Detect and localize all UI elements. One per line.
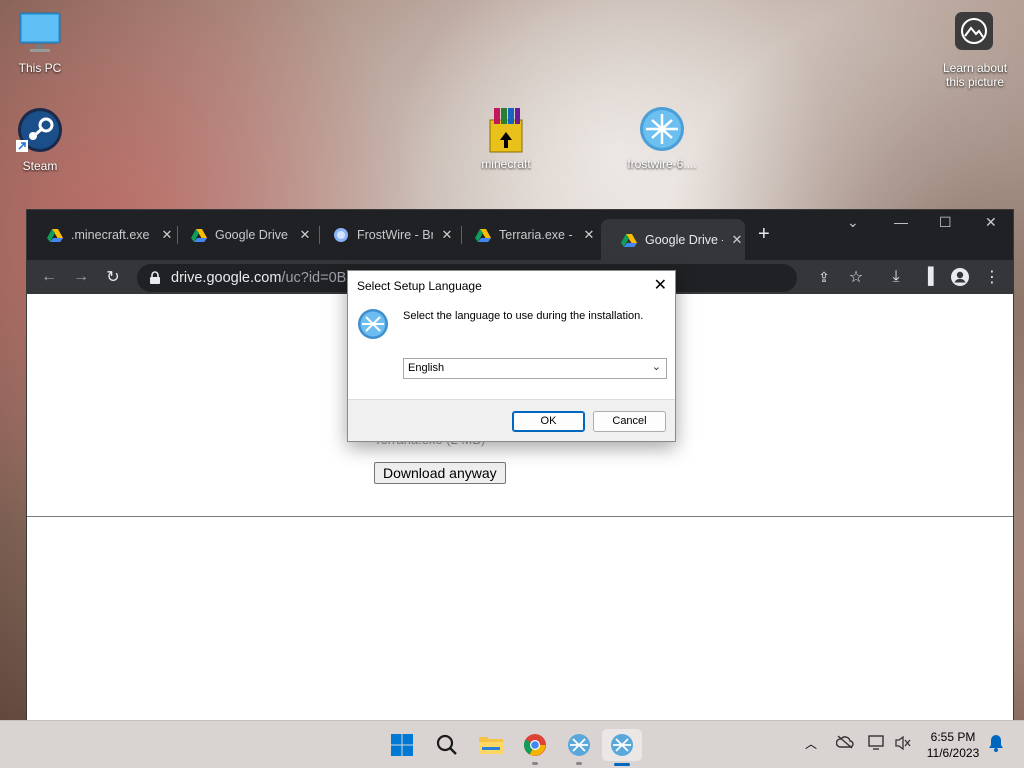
download-icon[interactable]: ⤓ (884, 265, 908, 289)
menu-kebab-icon[interactable]: ⋮ (980, 265, 1004, 289)
monitor-icon (16, 10, 64, 58)
tab-strip: .minecraft.exe ✕ Google Drive - ✕ FrostW… (27, 210, 1013, 260)
divider-line (27, 516, 1013, 517)
google-drive-icon (191, 229, 207, 242)
back-arrow-icon[interactable]: ← (37, 265, 61, 289)
tab-frostwire[interactable]: FrostWire - Bri ✕ (313, 220, 455, 250)
forward-arrow-icon[interactable]: → (69, 265, 93, 289)
language-select-value: English (408, 362, 445, 374)
tab-terraria-exe[interactable]: Terraria.exe - G ✕ (455, 220, 597, 250)
reload-icon[interactable]: ↻ (101, 265, 125, 289)
dialog-title: Select Setup Language (357, 279, 482, 293)
taskbar: ︿ 6:55 PM 11/6/2023 (0, 720, 1024, 768)
tab-close-icon[interactable]: ✕ (297, 227, 313, 243)
tab-title: FrostWire - Bri (357, 228, 433, 242)
tab-close-icon[interactable]: ✕ (439, 227, 455, 243)
camera-info-icon (951, 10, 999, 58)
desktop-icon-label: Learn about this picture (942, 61, 1008, 89)
search-button[interactable] (431, 729, 463, 761)
url-host: drive.google.com (171, 270, 282, 286)
frostwire-icon (568, 734, 590, 756)
chrome-taskbar-button[interactable] (519, 729, 551, 765)
onedrive-offline-icon[interactable] (835, 735, 854, 752)
frostwire-icon (638, 106, 686, 154)
desktop-icon-label: Steam (22, 159, 58, 173)
search-icon (436, 734, 457, 755)
folder-icon (479, 737, 503, 754)
desktop-icon-learn-about-picture[interactable]: Learn about this picture (935, 10, 1015, 89)
windows-logo-icon (391, 734, 413, 756)
winrar-archive-icon (482, 106, 530, 154)
chrome-icon (524, 734, 546, 756)
tab-title: Terraria.exe - G (499, 228, 575, 242)
tab-title: Google Drive - (215, 228, 291, 242)
url-path: /uc?id=0B3 (281, 270, 355, 286)
start-button[interactable] (386, 729, 418, 761)
chevron-down-icon: ⌄ (651, 361, 661, 373)
file-explorer-button[interactable] (475, 729, 507, 761)
new-tab-button[interactable]: + (758, 223, 770, 246)
bookmark-star-icon[interactable]: ☆ (844, 265, 868, 289)
google-drive-icon (47, 229, 63, 242)
tab-close-icon[interactable]: ✕ (729, 232, 745, 248)
clock-date: 11/6/2023 (926, 746, 980, 760)
setup-language-dialog: Select Setup Language ✕ Select the langu… (347, 270, 676, 442)
network-icon[interactable] (868, 735, 886, 754)
frostwire-taskbar-button[interactable] (563, 729, 595, 765)
lock-icon (150, 271, 160, 284)
frostwire-setup-taskbar-button[interactable] (602, 729, 642, 766)
dialog-close-icon[interactable]: ✕ (654, 275, 667, 295)
active-indicator (614, 763, 630, 766)
steam-icon (16, 108, 64, 156)
running-indicator (532, 762, 538, 765)
close-window-button[interactable]: ✕ (985, 214, 997, 231)
desktop-icon-this-pc[interactable]: This PC (0, 10, 80, 75)
frostwire-icon (358, 309, 388, 339)
download-anyway-button[interactable]: Download anyway (374, 462, 506, 484)
desktop-icon-label: minecraft (481, 157, 531, 171)
dialog-content: Select Setup Language ✕ Select the langu… (348, 271, 675, 399)
side-panel-icon[interactable]: ▐ (916, 265, 940, 289)
show-hidden-icons-chevron-icon[interactable]: ︿ (805, 735, 817, 752)
tab-close-icon[interactable]: ✕ (581, 227, 597, 243)
desktop-icon-frostwire[interactable]: frostwire-6.... (622, 106, 702, 171)
desktop-icon-minecraft[interactable]: minecraft (466, 106, 546, 171)
volume-muted-icon[interactable] (894, 735, 912, 754)
notification-bell-icon[interactable] (987, 733, 1005, 756)
desktop-icon-steam[interactable]: Steam (0, 108, 80, 173)
dialog-message: Select the language to use during the in… (403, 310, 644, 322)
tab-search-chevron-icon[interactable]: ⌄ (847, 214, 859, 231)
maximize-button[interactable]: ☐ (939, 214, 952, 231)
dialog-divider (348, 399, 675, 400)
system-clock[interactable]: 6:55 PM 11/6/2023 (918, 729, 988, 761)
cancel-button[interactable]: Cancel (593, 411, 666, 432)
ok-button[interactable]: OK (512, 411, 585, 432)
tab-google-drive-active[interactable]: Google Drive - ✕ (601, 219, 745, 260)
tab-title: .minecraft.exe (71, 228, 150, 242)
frostwire-icon (611, 734, 633, 756)
running-indicator (576, 762, 582, 765)
google-drive-icon (475, 229, 491, 242)
google-drive-icon (621, 233, 637, 247)
profile-avatar-icon[interactable] (948, 265, 972, 289)
share-icon[interactable]: ⇪ (812, 265, 836, 289)
desktop-icon-label: frostwire-6.... (627, 157, 697, 171)
minimize-button[interactable]: — (894, 214, 908, 230)
language-select[interactable]: English ⌄ (403, 358, 667, 379)
clock-time: 6:55 PM (930, 730, 976, 744)
tab-google-drive-1[interactable]: Google Drive - ✕ (171, 220, 313, 250)
desktop-icon-label: This PC (18, 61, 62, 75)
tab-title: Google Drive - (645, 232, 723, 247)
tab-minecraft-exe[interactable]: .minecraft.exe ✕ (27, 220, 175, 250)
globe-icon (334, 228, 348, 242)
